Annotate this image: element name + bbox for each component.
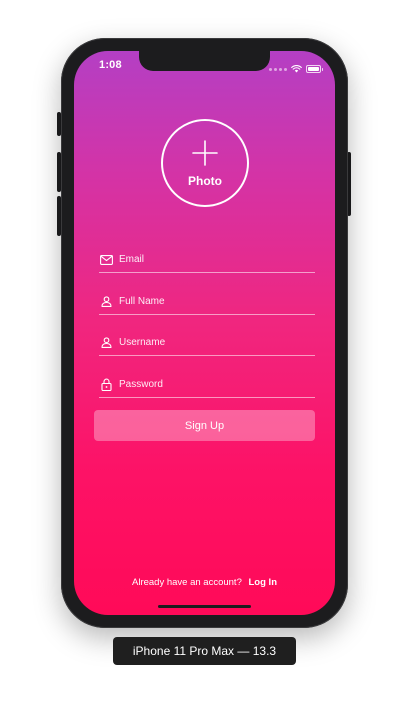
cellular-signal-icon (269, 67, 287, 71)
mail-icon (99, 253, 113, 267)
device-label: iPhone 11 Pro Max — 13.3 (113, 637, 296, 665)
person-icon (99, 295, 113, 309)
battery-fill (308, 67, 319, 71)
notch (139, 51, 270, 71)
add-photo-button[interactable]: Photo (161, 119, 249, 207)
email-input[interactable] (119, 252, 309, 267)
battery-icon (306, 65, 323, 73)
full-name-input[interactable] (119, 294, 309, 309)
plus-icon (192, 138, 218, 166)
login-prompt-text: Already have an account? (132, 577, 242, 588)
log-in-link[interactable]: Log In (249, 577, 278, 588)
simulator-stage: 1:08 Photo Email Full Name Username Sign… (0, 0, 409, 701)
photo-label: Photo (188, 174, 222, 188)
lock-icon (99, 378, 113, 392)
email-field (99, 247, 315, 273)
person-icon (99, 336, 113, 350)
password-field (99, 372, 315, 398)
status-indicators (269, 60, 323, 78)
login-prompt: Already have an account? Log In (74, 577, 335, 588)
sign-up-button[interactable]: Sign Up (94, 410, 315, 441)
wifi-icon (291, 60, 302, 78)
status-time: 1:08 (99, 59, 122, 71)
username-field (99, 330, 315, 356)
username-input[interactable] (119, 335, 309, 350)
home-indicator (158, 605, 251, 608)
signup-screen: 1:08 Photo Email Full Name Username Sign… (74, 51, 335, 615)
full-name-field (99, 289, 315, 315)
password-input[interactable] (119, 377, 309, 392)
